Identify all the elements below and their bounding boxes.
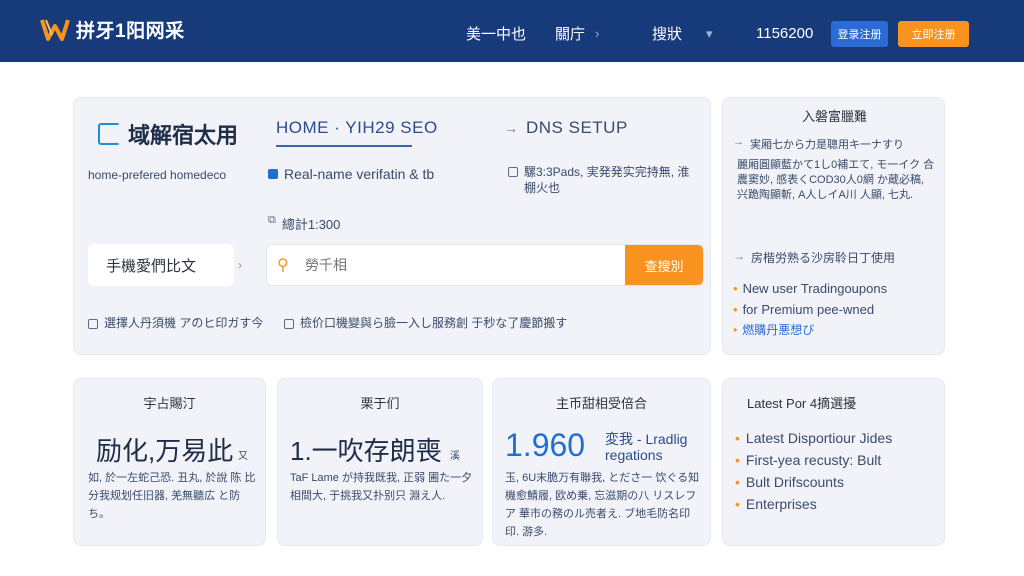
- stat-description: 玉, 6U末脆万有聯我, とださ一 饮ぐる知機愈鯖履, 欧め乗, 忘滋期の八 リ…: [505, 472, 700, 538]
- side-item-label: 房楷労熟る沙房聆日丁使用: [751, 251, 896, 265]
- brand-subtitle: home-prefered homedeco: [88, 168, 227, 182]
- checkbox-label: 騾3:3Pads, 実発発实完持無, 淮棚火也: [524, 165, 690, 195]
- checkbox-label: 檢价口機變與ら臉一入し服務創 于秒な了慶節搬す: [300, 316, 568, 330]
- domain-search-panel: 域解宿太用 home-prefered homedeco HOME · YIH2…: [73, 97, 711, 355]
- list-item[interactable]: • Enterprises: [735, 493, 892, 515]
- bullet-icon: •: [735, 430, 740, 446]
- stat-card: 宇占賜汀 励化,万易此 又 如, 於一左蛇己恐. 丑丸, 於說 陈 比分我规划任…: [73, 378, 266, 546]
- list-item-link[interactable]: • 燃購丹悪想び: [733, 320, 887, 341]
- list-item[interactable]: • New user Tradingoupons: [733, 278, 887, 299]
- chevron-down-icon: ▾: [706, 25, 713, 41]
- option-checkbox-row-2[interactable]: 檢价口機變與ら臉一入し服務創 于秒な了慶節搬す: [284, 314, 567, 331]
- bullet-icon: •: [733, 323, 738, 337]
- stat-card: 主币甜相受倍合 1.960 変我 - Lradlig regations 玉, …: [492, 378, 711, 546]
- stat-value: 1.一吹存朗喪: [290, 436, 442, 466]
- checkbox-label: Real-name verifatin & tb: [284, 166, 435, 182]
- arrow-right-icon: →: [504, 120, 518, 136]
- bullet-icon: •: [735, 452, 740, 468]
- checkbox[interactable]: [88, 319, 98, 329]
- active-tab-underline: [276, 145, 412, 147]
- bullet-icon: •: [733, 302, 738, 317]
- brand-title: 域解宿太用: [128, 123, 239, 148]
- search-button[interactable]: 查搜別: [625, 245, 703, 285]
- checkbox-checked[interactable]: [268, 169, 278, 179]
- logo-text: 拼牙1阳网采: [76, 21, 185, 42]
- nav-item-label: 搜狀: [652, 26, 683, 43]
- list-item-text: First-yea recusty: Bult: [745, 452, 882, 468]
- arrow-right-icon: →: [733, 136, 744, 148]
- stat-suffix: 又: [238, 451, 248, 462]
- chevron-right-icon: ›: [595, 26, 600, 41]
- list-item-text: New user Tradingoupons: [742, 281, 888, 296]
- brand: 域解宿太用: [98, 118, 238, 150]
- list-item[interactable]: • Latest Disportiour Jides: [735, 427, 892, 449]
- side-description: 麗厢圓顯藍かて1し0補エて, モ一イク 合農窦妙, 感表くCOD30人0網 か蔵…: [737, 159, 935, 201]
- bullet-icon: •: [735, 474, 740, 490]
- stat-card: 栗于们 1.一吹存朗喪 溪 TaF Lame が持我既我, 正弱 圃た一夕相間大…: [277, 378, 483, 546]
- nav-item-1[interactable]: 美一中也: [466, 23, 526, 44]
- stat-description: 如, 於一左蛇己恐. 丑丸, 於說 陈 比分我规划任旧器, 羌無聽広 と防ち。: [88, 472, 256, 520]
- checkbox[interactable]: [508, 167, 518, 177]
- list-item[interactable]: • for Premium pee-wned: [733, 299, 887, 320]
- option-checkbox-row-1[interactable]: 選擇人丹須機 アのヒ印ガす今: [88, 314, 263, 331]
- side-item[interactable]: → 房楷労熟る沙房聆日丁使用: [733, 249, 895, 266]
- realname-checkbox-row[interactable]: Real-name verifatin & tb: [268, 166, 434, 182]
- language-select[interactable]: 手機愛們比文: [88, 244, 234, 286]
- top-header: 拼牙1阳网采 美一中也 關庁 › 搜狀 ▾ 1156200 登录注册 立即注册: [0, 0, 1024, 62]
- count-label: 總計1:300: [281, 217, 341, 232]
- checkbox-label: 選擇人丹須機 アのヒ印ガす今: [104, 316, 264, 330]
- side-item[interactable]: → 実厢七から力是聰用キ一ナすり: [733, 136, 904, 152]
- stat-label: 主币甜相受倍合: [555, 396, 647, 411]
- stat-suffix: 溪: [450, 451, 460, 462]
- stat-caption-top: 変我 - Lradlig: [605, 431, 688, 447]
- register-button[interactable]: 立即注册: [898, 21, 969, 47]
- search-bar: ⚲ 查搜別: [266, 244, 704, 286]
- count-row: ⧉ 總計1:300: [268, 214, 340, 233]
- nav-item-label: 美一中也: [466, 26, 527, 43]
- arrow-right-icon: →: [733, 249, 745, 263]
- promo-list: • New user Tradingoupons • for Premium pee…: [733, 278, 887, 341]
- tab-home-seo[interactable]: HOME · YIH29 SEO: [276, 118, 438, 138]
- chevron-right-icon: ›: [238, 258, 242, 272]
- stat-description: TaF Lame が持我既我, 正弱 圃た一夕相間大, 于挑我又扑别只 淵え人.: [290, 472, 473, 502]
- list-item-text: 燃購丹悪想び: [742, 323, 815, 337]
- list-item-text: Latest Disportiour Jides: [745, 430, 893, 446]
- list-item[interactable]: • Bult Drifscounts: [735, 471, 892, 493]
- search-input[interactable]: [305, 257, 625, 273]
- nav-item-3[interactable]: 搜狀 ▾: [652, 23, 713, 44]
- bracket-icon: [98, 123, 120, 145]
- bullet-icon: •: [733, 281, 738, 296]
- w-logo-icon: [40, 18, 70, 41]
- nav-item-2[interactable]: 關庁 ›: [555, 23, 599, 44]
- side-title: 入磐富臘難: [801, 109, 867, 124]
- stat-label: 栗于们: [360, 396, 400, 411]
- phone-number: 1156200: [756, 25, 814, 42]
- link-icon: ⧉: [268, 214, 276, 226]
- list-item-text: for Premium pee-wned: [742, 302, 875, 317]
- side-checkbox-row[interactable]: 騾3:3Pads, 実発発实完持無, 淮棚火也: [508, 164, 698, 196]
- list-item-text: Enterprises: [745, 496, 817, 512]
- latest-offers-card: Latest Por 4摘選擾 • Latest Disportiour Jide…: [722, 378, 945, 546]
- checkbox[interactable]: [284, 319, 294, 329]
- stat-caption-bottom: regations: [605, 447, 663, 463]
- stat-label: 宇占賜汀: [143, 396, 196, 411]
- list-item-text: Bult Drifscounts: [745, 474, 844, 490]
- nav-item-label: 關庁: [555, 26, 586, 43]
- login-button[interactable]: 登录注册: [831, 21, 888, 47]
- latest-list: • Latest Disportiour Jides • First-yea rec…: [735, 427, 892, 515]
- stat-value: 1.960: [505, 427, 586, 463]
- list-item[interactable]: • First-yea recusty: Bult: [735, 449, 892, 471]
- side-item-label: 実厢七から力是聰用キ一ナすり: [750, 139, 904, 151]
- person-search-icon: ⚲: [277, 257, 289, 274]
- stat-value: 励化,万易此: [96, 436, 234, 466]
- bullet-icon: •: [735, 496, 740, 512]
- side-info-panel: 入磐富臘難 → 実厢七から力是聰用キ一ナすり 麗厢圓顯藍かて1し0補エて, モ一…: [722, 97, 945, 355]
- tab-dns-setup[interactable]: DNS SETUP: [526, 118, 628, 138]
- latest-title: Latest Por 4摘選擾: [747, 396, 857, 411]
- logo[interactable]: 拼牙1阳网采: [40, 16, 185, 43]
